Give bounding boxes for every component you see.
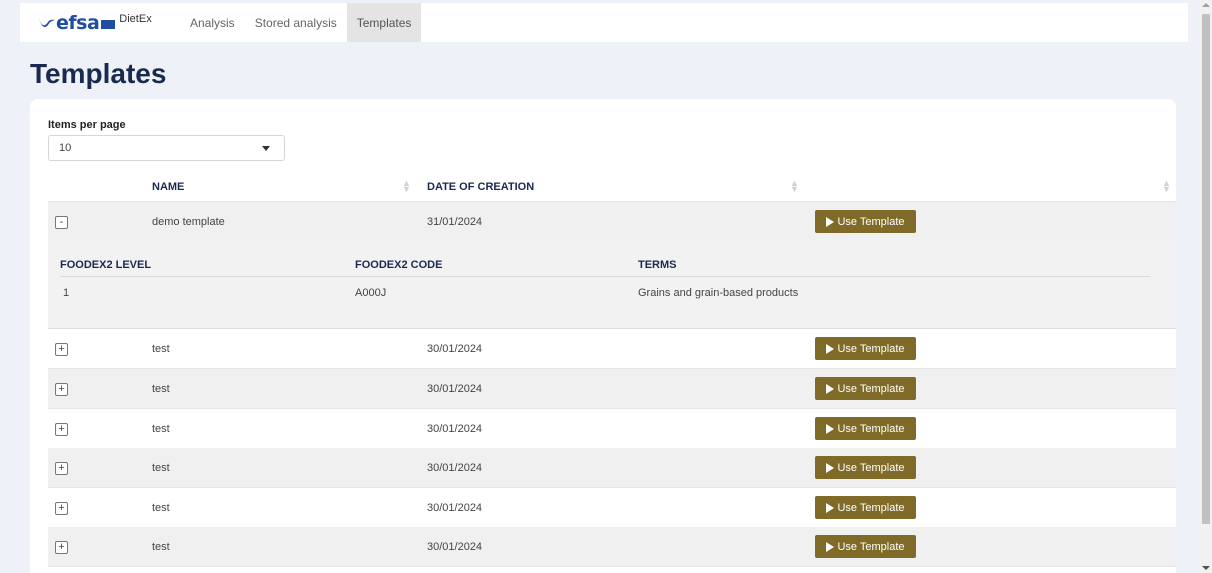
scrollbar-thumb[interactable]: [1202, 14, 1210, 524]
expand-toggle[interactable]: +: [55, 383, 68, 396]
detail-header: FOODEX2 LEVEL FOODEX2 CODE TERMS: [60, 253, 1150, 277]
play-icon: [826, 216, 835, 227]
use-template-button[interactable]: Use Template: [815, 456, 916, 479]
detail-header-level: FOODEX2 LEVEL: [60, 259, 152, 271]
detail-terms: Grains and grain-based products: [638, 287, 799, 299]
template-date: 30/01/2024: [427, 502, 483, 514]
detail-header-terms: TERMS: [638, 259, 677, 271]
use-template-label: Use Template: [837, 461, 905, 474]
table-row: + test 30/01/2024 Use Template: [48, 409, 1176, 449]
scroll-down-arrow-icon[interactable]: [1202, 566, 1210, 570]
collapse-toggle[interactable]: -: [55, 216, 68, 229]
items-per-page-select[interactable]: 10: [48, 135, 285, 161]
efsa-logo[interactable]: efsa DietEx: [20, 3, 180, 42]
play-icon: [826, 541, 835, 552]
template-date: 31/01/2024: [427, 216, 483, 228]
template-date: 30/01/2024: [427, 383, 483, 395]
table-row: + test 30/01/2024 Use Template: [48, 329, 1176, 369]
efsa-swoosh-icon: [39, 18, 55, 27]
expand-toggle[interactable]: +: [55, 343, 68, 356]
template-name: demo template: [152, 216, 225, 228]
app-name: DietEx: [119, 12, 152, 25]
use-template-label: Use Template: [837, 540, 905, 553]
efsa-logo-text: efsa: [56, 11, 100, 34]
use-template-label: Use Template: [837, 422, 905, 435]
use-template-button[interactable]: Use Template: [815, 377, 916, 400]
expand-toggle[interactable]: +: [55, 462, 68, 475]
table-row: + test 30/01/2024 Use Template: [48, 488, 1176, 528]
template-name: test: [152, 383, 170, 395]
play-icon: [826, 462, 835, 473]
column-header-date[interactable]: DATE OF CREATION: [427, 181, 534, 193]
expand-toggle[interactable]: +: [55, 541, 68, 554]
use-template-label: Use Template: [837, 382, 905, 395]
sort-icon[interactable]: ▲ ▼: [402, 179, 411, 194]
table-row: + test 30/01/2024 Use Template: [48, 448, 1176, 488]
template-date: 30/01/2024: [427, 462, 483, 474]
efsa-logo-mark: efsa: [38, 11, 116, 34]
nav-analysis[interactable]: Analysis: [180, 3, 245, 42]
use-template-label: Use Template: [837, 215, 905, 228]
play-icon: [826, 423, 835, 434]
table-row: + test 30/01/2024 Use Template: [48, 527, 1176, 567]
use-template-button[interactable]: Use Template: [815, 337, 916, 360]
column-header-name[interactable]: NAME: [152, 181, 184, 193]
items-per-page-label: Items per page: [48, 119, 126, 131]
sort-icon[interactable]: ▲ ▼: [790, 179, 799, 194]
template-name: test: [152, 462, 170, 474]
detail-header-code: FOODEX2 CODE: [355, 259, 443, 271]
template-date: 30/01/2024: [427, 423, 483, 435]
use-template-button[interactable]: Use Template: [815, 417, 916, 440]
play-icon: [826, 343, 835, 354]
play-icon: [826, 383, 835, 394]
nav-stored-analysis[interactable]: Stored analysis: [245, 3, 347, 42]
template-date: 30/01/2024: [427, 541, 483, 553]
template-detail-panel: FOODEX2 LEVEL FOODEX2 CODE TERMS 1 A000J…: [48, 241, 1176, 329]
items-per-page-value: 10: [59, 142, 72, 154]
table-row: + test 30/01/2024 Use Template: [48, 369, 1176, 409]
sort-icon[interactable]: ▲ ▼: [1162, 179, 1171, 194]
use-template-button[interactable]: Use Template: [815, 496, 916, 519]
nav-templates[interactable]: Templates: [346, 3, 422, 42]
templates-card: Items per page 10 NAME ▲ ▼ DATE OF CREATI…: [30, 99, 1176, 573]
detail-code: A000J: [355, 287, 387, 299]
use-template-button[interactable]: Use Template: [815, 210, 916, 233]
expand-toggle[interactable]: +: [55, 502, 68, 515]
template-name: test: [152, 502, 170, 514]
table-header: NAME ▲ ▼ DATE OF CREATION ▲ ▼ ▲ ▼: [48, 175, 1176, 202]
caret-down-icon: [262, 146, 270, 151]
table-row: - demo template 31/01/2024 Use Template: [48, 202, 1176, 242]
top-navbar: efsa DietEx Analysis Stored analysis Tem…: [20, 3, 1188, 42]
page-scrollbar[interactable]: [1200, 0, 1212, 573]
expand-toggle[interactable]: +: [55, 423, 68, 436]
detail-level: 1: [63, 287, 70, 299]
template-name: test: [152, 541, 170, 553]
page-title: Templates: [30, 58, 167, 89]
template-date: 30/01/2024: [427, 343, 483, 355]
use-template-label: Use Template: [837, 501, 905, 514]
use-template-button[interactable]: Use Template: [815, 535, 916, 558]
play-icon: [826, 502, 835, 513]
template-name: test: [152, 423, 170, 435]
eu-flag-icon: [101, 19, 116, 29]
use-template-label: Use Template: [837, 342, 905, 355]
scroll-up-arrow-icon[interactable]: [1202, 3, 1210, 7]
template-name: test: [152, 343, 170, 355]
